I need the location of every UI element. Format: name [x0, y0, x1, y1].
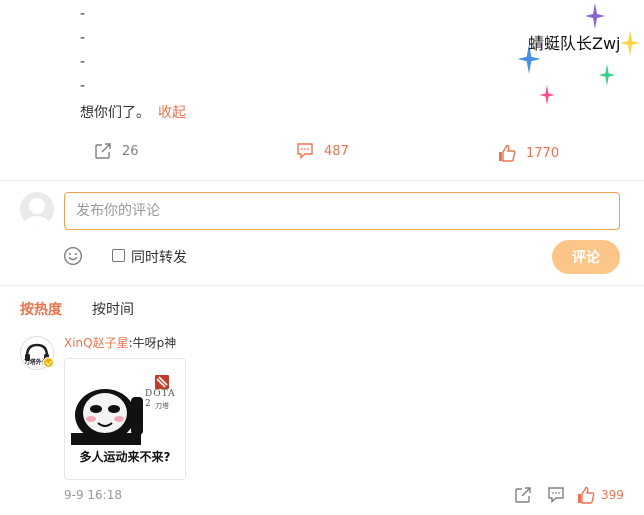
post-dash-line: -: [80, 30, 86, 46]
post-text: 想你们了。 收起: [80, 102, 186, 122]
dota-logo-icon: [155, 375, 169, 389]
thumbs-up-icon: [578, 486, 595, 504]
submit-comment-button[interactable]: 评论: [552, 240, 620, 274]
share-icon[interactable]: [514, 486, 532, 504]
repost-checkbox-label: 同时转发: [131, 250, 187, 266]
comment-input[interactable]: [64, 192, 620, 230]
repost-count: 26: [122, 143, 139, 159]
divider: [0, 285, 644, 286]
share-icon: [95, 143, 111, 159]
like-count: 1770: [526, 145, 560, 161]
dota-logo-subtext: 刀塔: [155, 402, 169, 410]
post-action-bar: 26 487 1770: [0, 140, 644, 164]
thumbs-up-icon: [499, 144, 516, 162]
sparkle-icon: [539, 85, 555, 105]
post-dash-line: -: [80, 54, 86, 70]
divider: [0, 180, 644, 181]
post-text-content: 想你们了。: [80, 105, 150, 121]
panda-meme-icon: [71, 389, 143, 445]
comment-icon[interactable]: [547, 486, 565, 504]
comment-image[interactable]: DOTA 2 刀塔 多人运动来不来?: [64, 358, 186, 480]
sparkle-icon: [620, 30, 640, 56]
current-user-avatar: [20, 192, 54, 226]
comment-timestamp: 9-9 16:18: [64, 488, 122, 502]
comment-icon: [297, 143, 313, 160]
sparkle-icon: [598, 64, 616, 86]
sticker-name: 蜻蜓队长Zwj: [528, 34, 621, 53]
tab-sort-time[interactable]: 按时间: [92, 299, 134, 319]
repost-checkbox[interactable]: [112, 249, 125, 262]
collapse-link[interactable]: 收起: [158, 105, 186, 121]
smiley-icon[interactable]: [63, 246, 83, 266]
comment-line: XinQ赵子星:牛呀p神: [64, 334, 176, 351]
repost-button[interactable]: 26: [94, 142, 139, 160]
post-dash-line: -: [80, 78, 86, 94]
verified-badge-icon: [43, 357, 54, 368]
comment-count: 487: [324, 143, 349, 159]
comment-text: :牛呀p神: [128, 336, 177, 350]
comment-like-button[interactable]: 399: [577, 486, 624, 504]
meme-caption: 多人运动来不来?: [79, 450, 171, 464]
like-button[interactable]: 1770: [498, 144, 559, 162]
sparkle-icon: [585, 3, 605, 29]
comment-username[interactable]: XinQ赵子星: [64, 336, 129, 350]
comment-button[interactable]: 487: [296, 142, 349, 160]
tab-sort-hot[interactable]: 按热度: [20, 299, 62, 319]
post-dash-line: -: [80, 6, 86, 22]
comment-like-count: 399: [601, 488, 624, 502]
